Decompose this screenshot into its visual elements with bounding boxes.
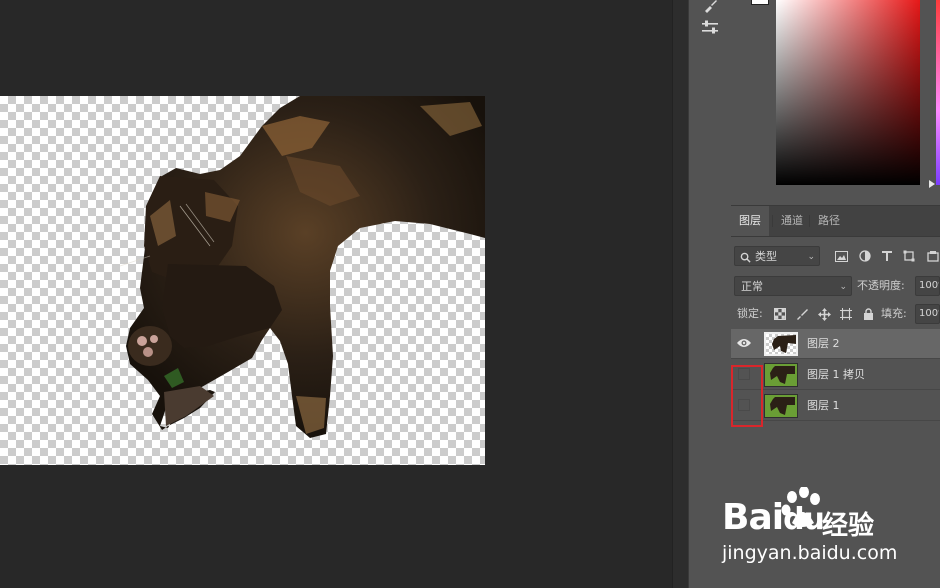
color-panel — [731, 0, 940, 206]
tab-channels-label: 通道 — [781, 214, 803, 227]
type-filter-icon[interactable] — [879, 248, 895, 264]
watermark-brand-cn: 经验 — [822, 511, 875, 541]
blend-mode-dropdown[interactable]: 正常 ⌄ — [734, 276, 852, 296]
color-saturation-field[interactable] — [776, 0, 920, 185]
chevron-down-icon: ⌄ — [807, 252, 815, 262]
lock-row: 锁定: 填充: 100% — [731, 302, 940, 326]
cat-image — [119, 96, 485, 438]
lock-transparent-pixels-icon[interactable] — [772, 306, 788, 322]
lock-artboard-icon[interactable] — [838, 306, 854, 322]
fill-label: 填充: — [881, 307, 907, 320]
layer-name[interactable]: 图层 1 — [807, 391, 840, 421]
lock-all-icon[interactable] — [860, 306, 876, 322]
watermark-brand: Baidu — [722, 497, 825, 538]
lock-position-move-icon[interactable] — [816, 306, 832, 322]
opacity-label: 不透明度: — [857, 279, 905, 292]
tab-layers[interactable]: 图层 — [731, 206, 769, 236]
tab-channels[interactable]: 通道 — [773, 206, 811, 236]
adjustment-filter-icon[interactable] — [857, 248, 873, 264]
lock-label: 锁定: — [737, 307, 763, 320]
eye-icon — [737, 339, 751, 347]
tab-paths-label: 路径 — [818, 214, 840, 227]
watermark-brand-du: du — [783, 502, 825, 537]
fill-input[interactable]: 100% — [915, 304, 940, 324]
shape-filter-icon[interactable] — [901, 248, 917, 264]
chevron-down-icon: ⌄ — [839, 282, 847, 292]
canvas-area[interactable] — [0, 0, 672, 588]
layer-thumbnail[interactable] — [764, 394, 798, 418]
hue-slider-marker-icon[interactable] — [929, 180, 935, 188]
layer-filter-label: 类型 — [755, 250, 777, 263]
opacity-input[interactable]: 100% — [915, 276, 940, 296]
layers-panel-tabs: 图层 通道 路径 — [731, 206, 940, 237]
watermark-brand-latin: Bai — [722, 497, 784, 538]
foreground-color-swatch[interactable] — [751, 0, 769, 5]
image-filter-icon[interactable] — [833, 248, 849, 264]
layer-row[interactable]: 图层 2 — [731, 329, 940, 359]
blend-mode-label: 正常 — [741, 280, 763, 293]
baidu-jingyan-watermark: Baidu 经验 jingyan.baidu.com — [720, 487, 940, 577]
layer-thumbnail[interactable] — [764, 332, 798, 356]
hue-slider[interactable] — [936, 0, 940, 185]
layer-filter-row: 类型 ⌄ — [731, 244, 940, 268]
canvas-scrollbar[interactable] — [672, 0, 689, 588]
document-canvas[interactable] — [0, 96, 485, 465]
layer-name[interactable]: 图层 1 拷贝 — [807, 360, 865, 390]
watermark-url: jingyan.baidu.com — [722, 542, 898, 564]
layer-name[interactable]: 图层 2 — [807, 329, 840, 359]
search-icon — [740, 247, 751, 267]
tab-layers-label: 图层 — [739, 214, 761, 227]
blend-row: 正常 ⌄ 不透明度: 100% — [731, 274, 940, 298]
layer-thumbnail[interactable] — [764, 363, 798, 387]
adjustments-sliders-icon[interactable] — [698, 16, 722, 40]
smart-object-filter-icon[interactable] — [925, 248, 940, 264]
visibility-highlight-box — [731, 365, 763, 427]
tab-paths[interactable]: 路径 — [810, 206, 848, 236]
layer-filter-dropdown[interactable]: 类型 ⌄ — [734, 246, 820, 266]
lock-image-pixels-brush-icon[interactable] — [794, 306, 810, 322]
layer-visibility-toggle[interactable] — [736, 335, 752, 351]
